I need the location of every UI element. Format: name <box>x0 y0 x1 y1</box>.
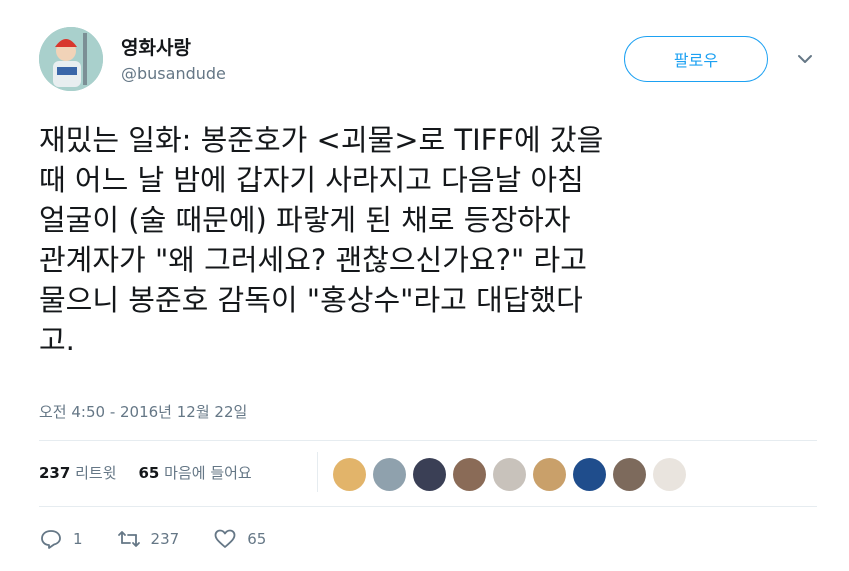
liker-avatar[interactable] <box>653 458 686 491</box>
likes-count: 65 <box>138 464 160 482</box>
retweets-count: 237 <box>39 464 71 482</box>
retweet-button[interactable]: 237 <box>117 528 180 550</box>
follow-button[interactable]: 팔로우 <box>624 36 768 82</box>
tweet-timestamp[interactable]: 오전 4:50 - 2016년 12월 22일 <box>39 401 247 422</box>
liker-avatar[interactable] <box>453 458 486 491</box>
retweets-stat[interactable]: 237 리트윗 <box>39 462 117 483</box>
liker-avatar[interactable] <box>373 458 406 491</box>
retweets-label: 리트윗 <box>75 464 117 482</box>
liker-avatars <box>333 458 686 491</box>
likes-label: 마음에 들어요 <box>164 464 252 482</box>
liker-avatar[interactable] <box>493 458 526 491</box>
retweet-count: 237 <box>150 530 180 548</box>
stats-separator <box>317 452 318 492</box>
tweet-text: 재밌는 일화: 봉준호가 <괴물>로 TIFF에 갔을 때 어느 날 밤에 갑자… <box>39 123 604 357</box>
liker-avatar[interactable] <box>613 458 646 491</box>
liker-avatar[interactable] <box>573 458 606 491</box>
like-count: 65 <box>247 530 267 548</box>
liker-avatar[interactable] <box>333 458 366 491</box>
retweet-icon <box>117 531 140 547</box>
heart-icon <box>214 529 236 548</box>
likes-stat[interactable]: 65 마음에 들어요 <box>139 462 252 483</box>
liker-avatar[interactable] <box>533 458 566 491</box>
divider <box>39 506 817 507</box>
divider <box>39 440 817 441</box>
chevron-down-icon[interactable] <box>796 52 814 66</box>
tweet-actions: 1 237 65 <box>39 528 300 550</box>
profile-avatar[interactable] <box>39 27 103 91</box>
avatar-image <box>39 27 103 91</box>
reply-icon <box>41 530 61 549</box>
engagement-stats: 237 리트윗 65 마음에 들어요 <box>39 462 252 483</box>
reply-button[interactable]: 1 <box>39 528 83 550</box>
reply-count: 1 <box>73 530 83 548</box>
like-button[interactable]: 65 <box>213 528 266 550</box>
liker-avatar[interactable] <box>413 458 446 491</box>
user-handle[interactable]: @busandude <box>121 64 226 83</box>
display-name[interactable]: 영화사랑 <box>121 33 191 60</box>
